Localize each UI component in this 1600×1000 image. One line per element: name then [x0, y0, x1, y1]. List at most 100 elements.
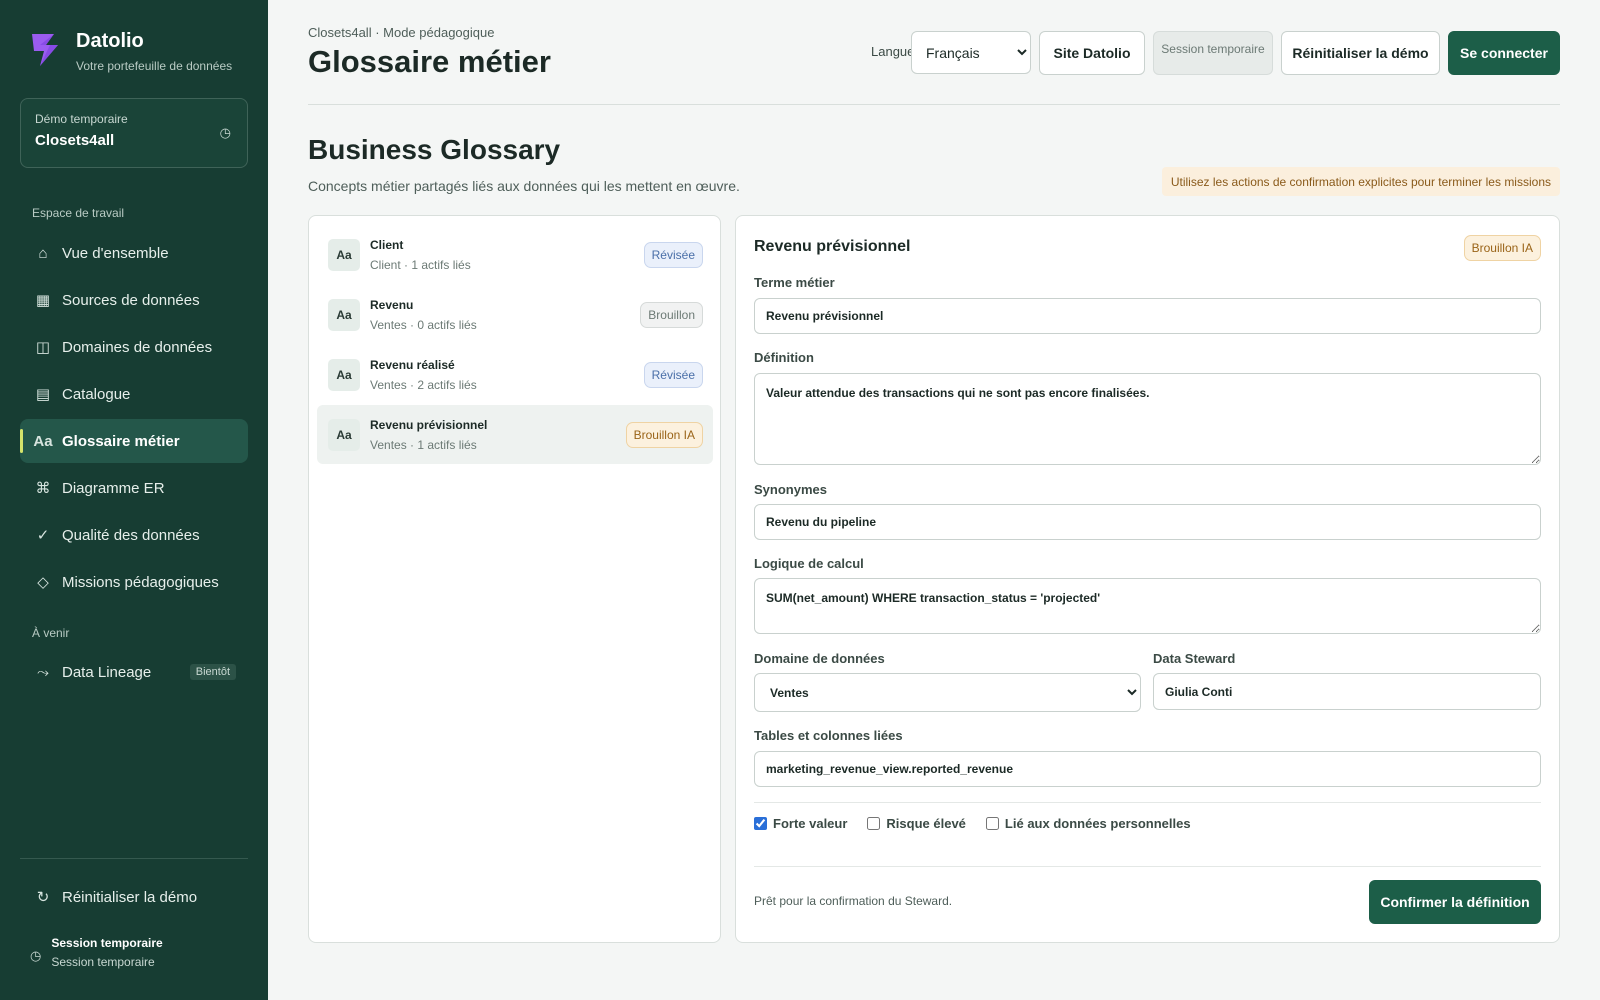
synonyms-input[interactable] [754, 504, 1541, 540]
hint-badge: Utilisez les actions de confirmation exp… [1161, 167, 1560, 196]
term-name: Client [370, 237, 404, 252]
command-icon: ⌘ [35, 480, 51, 497]
term-detail-panel: Revenu prévisionnel Brouillon IA Terme m… [735, 215, 1560, 943]
text-icon: Aa [328, 238, 360, 271]
demo-workspace-card[interactable]: Démo temporaire Closets4all ◷ [20, 98, 248, 168]
sidebar-item-label: Catalogue [62, 385, 131, 403]
sidebar-item-1[interactable]: ▦ Sources de données [20, 278, 248, 322]
flag-checkbox-2[interactable]: Lié aux données personnelles [985, 816, 1191, 831]
term-name: Revenu réalisé [370, 357, 455, 372]
sidebar-item-3[interactable]: ▤ Catalogue [20, 372, 248, 416]
checkbox[interactable] [867, 817, 881, 830]
divider [754, 802, 1541, 803]
brand-name: Datolio [76, 30, 144, 52]
confirm-definition-button[interactable]: Confirmer la définition [1369, 880, 1541, 924]
brand[interactable]: Datolio Votre portefeuille de données [26, 28, 232, 73]
sidebar-item-0[interactable]: ⌂ Vue d'ensemble [20, 231, 248, 275]
term-status-badge: Brouillon [640, 301, 703, 328]
calc-logic-label: Logique de calcul [754, 556, 864, 571]
site-datolio-button[interactable]: Site Datolio [1039, 31, 1145, 75]
clock-icon: ◷ [219, 125, 231, 140]
checkbox[interactable] [754, 817, 767, 830]
term-meta: Ventes · 2 actifs liés [370, 377, 477, 392]
sidebar-item-label: Réinitialiser la démo [62, 888, 198, 906]
term-meta: Ventes · 0 actifs liés [370, 317, 477, 332]
demo-name: Closets4all [35, 132, 115, 149]
term-meta: Client · 1 actifs liés [370, 257, 471, 272]
definition-label: Définition [754, 350, 814, 365]
detail-status-badge: Brouillon IA [1463, 235, 1541, 261]
term-status-badge: Révisée [643, 241, 703, 268]
text-icon: Aa [328, 298, 360, 331]
glossary-term-list: Aa Client Client · 1 actifs liés Révisée Aa R… [308, 215, 721, 943]
sidebar-item-label: Missions pédagogiques [62, 573, 219, 591]
language-select[interactable]: Français [911, 31, 1031, 74]
detail-title: Revenu prévisionnel [754, 238, 911, 255]
term-text: Revenu Ventes · 0 actifs liés [370, 298, 477, 332]
term-status-badge: Révisée [643, 361, 703, 388]
home-icon: ⌂ [38, 244, 48, 262]
term-list-item[interactable]: Aa Revenu Ventes · 0 actifs liés Brouillon [317, 285, 713, 344]
text-icon: Aa [33, 432, 53, 450]
sidebar-divider [20, 858, 248, 859]
flags-checkbox-group: Forte valeur Risque élevé Lié aux données … [754, 816, 1191, 831]
text-icon: Aa [328, 418, 360, 451]
login-button[interactable]: Se connecter [1448, 31, 1560, 75]
list-icon: ▤ [35, 386, 51, 403]
domain-select[interactable]: Ventes [754, 673, 1141, 712]
upcoming-section-label: À venir [32, 626, 70, 640]
lightning-logo-icon [32, 34, 58, 66]
checkbox-label: Risque élevé [886, 816, 966, 831]
clock-icon: ◷ [30, 948, 42, 963]
sidebar-item-data-lineage[interactable]: ⤳ Data Lineage Bientôt [20, 650, 248, 694]
sidebar-reset-demo-button[interactable]: ↻ Réinitialiser la démo [20, 875, 248, 919]
sidebar-item-2[interactable]: ◫ Domaines de données [20, 325, 248, 369]
term-text: Client Client · 1 actifs liés [370, 238, 471, 272]
session-info: ◷ Session temporaire Session temporaire [30, 936, 163, 969]
sidebar-item-4[interactable]: Aa Glossaire métier [20, 419, 248, 463]
term-name: Revenu prévisionnel [370, 417, 488, 432]
term-list-item[interactable]: Aa Revenu prévisionnel Ventes · 1 actifs l… [317, 405, 713, 464]
checkbox[interactable] [985, 817, 999, 830]
sidebar-item-label: Glossaire métier [62, 432, 180, 450]
term-input[interactable] [754, 298, 1541, 334]
workspace-section-label: Espace de travail [32, 206, 125, 220]
term-text: Revenu réalisé Ventes · 2 actifs liés [370, 358, 477, 392]
text-icon: Aa [328, 358, 360, 391]
steward-input[interactable] [1153, 673, 1541, 710]
grid-icon: ▦ [35, 292, 51, 309]
session-subtitle: Session temporaire [51, 955, 155, 969]
page-title: Glossaire métier [308, 44, 551, 79]
sidebar-item-6[interactable]: ✓ Qualité des données [20, 513, 248, 557]
brand-tagline: Votre portefeuille de données [76, 59, 233, 73]
term-list-item[interactable]: Aa Revenu réalisé Ventes · 2 actifs liés Ré… [317, 345, 713, 404]
section-description: Concepts métier partagés liés aux donnée… [308, 178, 740, 194]
term-label: Terme métier [754, 275, 835, 290]
sidebar-item-7[interactable]: ◇ Missions pédagogiques [20, 560, 248, 604]
calc-logic-textarea[interactable]: SUM(net_amount) WHERE transaction_status… [754, 578, 1541, 634]
section-title: Business Glossary [308, 134, 561, 165]
term-name: Revenu [370, 297, 414, 312]
checkbox-label: Forte valeur [773, 816, 848, 831]
soon-badge: Bientôt [189, 664, 236, 680]
session-temporary-badge: Session temporaire [1153, 31, 1273, 75]
flag-checkbox-0[interactable]: Forte valeur [754, 816, 847, 831]
columns-icon: ◫ [35, 339, 51, 356]
linked-tables-input[interactable] [754, 751, 1541, 787]
sidebar-item-label: Data Lineage [62, 663, 152, 681]
diamond-icon: ◇ [37, 574, 49, 591]
sidebar: Datolio Votre portefeuille de données Dé… [0, 0, 268, 1000]
sidebar-item-label: Sources de données [62, 291, 200, 309]
language-label: Langue [871, 44, 915, 59]
sidebar-item-label: Qualité des données [62, 526, 200, 544]
flag-checkbox-1[interactable]: Risque élevé [867, 816, 966, 831]
synonyms-label: Synonymes [754, 482, 827, 497]
divider [754, 866, 1541, 867]
term-status-badge: Brouillon IA [625, 421, 703, 448]
definition-textarea[interactable]: Valeur attendue des transactions qui ne … [754, 373, 1541, 465]
reset-demo-button[interactable]: Réinitialiser la démo [1281, 31, 1440, 75]
sidebar-item-label: Diagramme ER [62, 479, 165, 497]
sidebar-item-5[interactable]: ⌘ Diagramme ER [20, 466, 248, 510]
term-list-item[interactable]: Aa Client Client · 1 actifs liés Révisée [317, 225, 713, 284]
header-divider [308, 104, 1560, 105]
